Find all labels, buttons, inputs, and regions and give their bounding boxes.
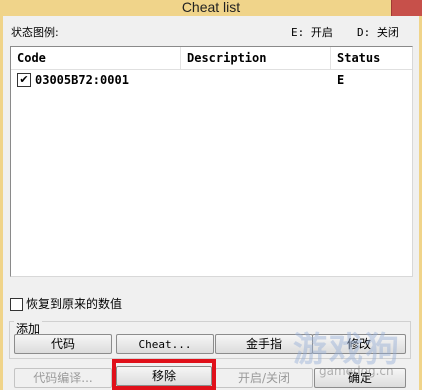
gold-finger-label: 金手指 [245, 337, 282, 351]
status-legend: 状态图例: E: 开启 D: 关闭 [11, 26, 411, 40]
gold-finger-button[interactable]: 金手指 [215, 334, 313, 354]
modify-label: 修改 [346, 337, 371, 351]
toggle-button[interactable]: 开启/关闭 [215, 368, 313, 388]
cheat-table[interactable]: Code Description Status ✔ 03005B72:0001 … [10, 46, 413, 277]
cheat-list-window: 状态图例: E: 开启 D: 关闭 Code Description Statu… [3, 16, 419, 390]
title-bar: Cheat list [0, 0, 422, 16]
restore-label: 恢复到原来的数值 [26, 297, 123, 311]
table-header: Code Description Status [11, 47, 412, 70]
highlight-box [112, 359, 216, 390]
cheat-code: 03005B72:0001 [35, 73, 129, 87]
cheat-status: E [337, 73, 345, 87]
add-cheat-label: Cheat... [138, 338, 192, 351]
column-header-status[interactable]: Status [331, 47, 412, 69]
column-header-description[interactable]: Description [181, 47, 331, 69]
add-code-button[interactable]: 代码 [14, 334, 112, 354]
ok-label: 确定 [347, 371, 372, 385]
add-cheat-button[interactable]: Cheat... [116, 334, 214, 354]
legend-disabled: D: 关闭 [357, 26, 399, 39]
legend-enabled: E: 开启 [291, 26, 333, 39]
add-code-label: 代码 [50, 337, 75, 351]
toggle-label: 开启/关闭 [237, 371, 291, 385]
window-title: Cheat list [181, 0, 241, 15]
column-header-code[interactable]: Code [11, 47, 181, 69]
modify-button[interactable]: 修改 [312, 334, 406, 354]
legend-label: 状态图例: [11, 26, 59, 39]
table-row[interactable]: ✔ 03005B72:0001 E [11, 71, 412, 89]
compile-code-button[interactable]: 代码编译... [14, 368, 112, 388]
compile-code-label: 代码编译... [33, 371, 93, 385]
checkbox-checked-icon[interactable]: ✔ [17, 73, 31, 87]
restore-checkbox[interactable] [10, 298, 23, 311]
ok-button[interactable]: 确定 [314, 368, 406, 388]
close-icon[interactable] [391, 0, 422, 16]
